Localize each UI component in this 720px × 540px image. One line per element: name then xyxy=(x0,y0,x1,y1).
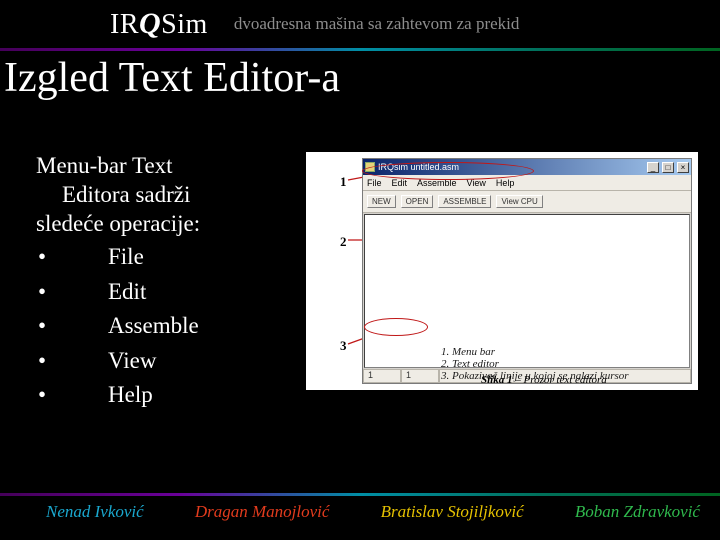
view-cpu-button[interactable]: View CPU xyxy=(496,195,542,208)
tagline: dvoadresna mašina sa zahtevom za prekid xyxy=(234,14,520,34)
header-divider xyxy=(0,48,720,51)
menu-item-file[interactable]: File xyxy=(367,178,382,188)
list-item: •Assemble xyxy=(36,309,296,344)
figure-label: Slika 1 – Prozor text editora xyxy=(481,374,607,386)
callout-highlight-1 xyxy=(362,162,534,180)
screenshot-figure: 1 2 3 IRQsim untitled.asm _ □ × File Edi… xyxy=(306,152,698,390)
maximize-button[interactable]: □ xyxy=(662,162,674,173)
logo-text-suffix: Sim xyxy=(161,9,208,40)
body-text: Menu-bar Text Editora sadrži sledeće ope… xyxy=(36,152,296,480)
paragraph-line: Menu-bar Text xyxy=(36,153,173,178)
status-line: 1 xyxy=(363,369,401,383)
author-3: Bratislav Stojiljković xyxy=(381,502,524,522)
text-editor-area[interactable] xyxy=(364,214,690,368)
logo-text-q: Q xyxy=(139,7,161,40)
caption-item: 1. Menu bar xyxy=(441,346,629,358)
list-item: •Edit xyxy=(36,275,296,310)
footer-divider xyxy=(0,493,720,496)
assemble-button[interactable]: ASSEMBLE xyxy=(438,195,491,208)
author-4: Boban Zdravković xyxy=(575,502,700,522)
list-item: •View xyxy=(36,344,296,379)
new-button[interactable]: NEW xyxy=(367,195,396,208)
caption-item: 2. Text editor xyxy=(441,358,629,370)
toolbar: NEW OPEN ASSEMBLE View CPU xyxy=(363,191,691,213)
list-item: •Help xyxy=(36,378,296,413)
callout-highlight-3 xyxy=(364,318,428,336)
paragraph-line: sledeće operacije: xyxy=(36,211,200,236)
minimize-button[interactable]: _ xyxy=(647,162,659,173)
author-1: Nenad Ivković xyxy=(46,502,144,522)
close-button[interactable]: × xyxy=(677,162,689,173)
menu-item-edit[interactable]: Edit xyxy=(392,178,408,188)
header-bar: IRQSim dvoadresna mašina sa zahtevom za … xyxy=(0,0,720,48)
slide-title: Izgled Text Editor-a xyxy=(4,54,340,102)
author-2: Dragan Manojlović xyxy=(195,502,330,522)
paragraph-line: Editora sadrži xyxy=(62,182,190,207)
logo: IRQSim xyxy=(110,7,208,41)
menu-item-help[interactable]: Help xyxy=(496,178,515,188)
authors-footer: Nenad Ivković Dragan Manojlović Bratisla… xyxy=(46,502,700,522)
list-item: •File xyxy=(36,240,296,275)
status-col: 1 xyxy=(401,369,439,383)
bullet-list: •File •Edit •Assemble •View •Help xyxy=(36,240,296,413)
logo-text-prefix: IR xyxy=(110,9,139,40)
open-button[interactable]: OPEN xyxy=(401,195,434,208)
